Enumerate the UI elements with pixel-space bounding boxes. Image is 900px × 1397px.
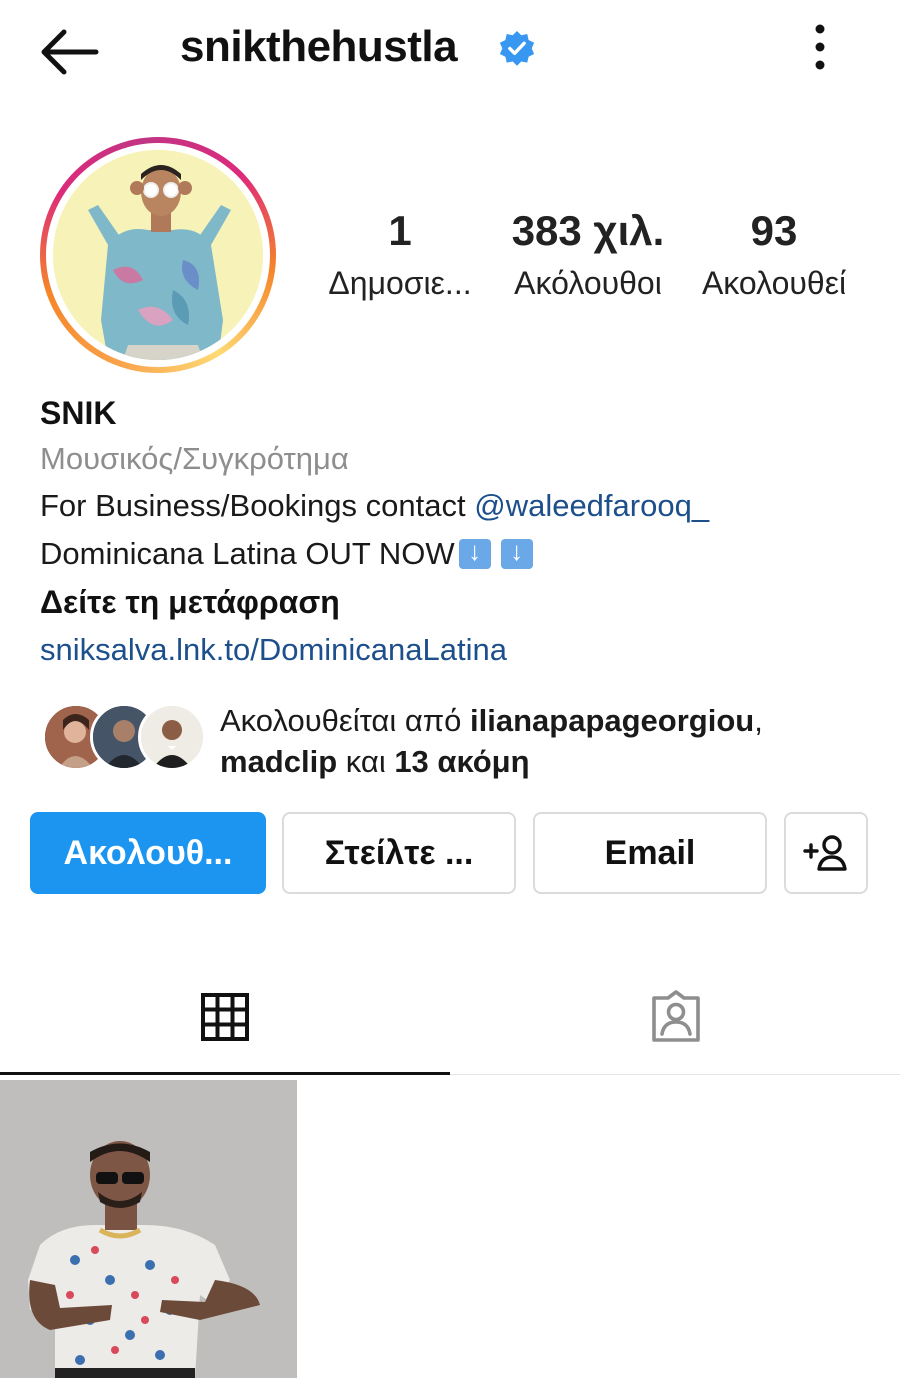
followed-by-others[interactable]: 13 ακόμη <box>394 744 529 779</box>
tab-divider <box>450 1074 900 1075</box>
down-arrow-emoji-icon <box>458 536 491 569</box>
suggest-accounts-button[interactable] <box>784 812 868 894</box>
active-tab-indicator <box>0 1072 450 1075</box>
followed-by-prefix: Ακολουθείται από <box>220 703 471 738</box>
profile-username: snikthehustla <box>180 22 458 71</box>
stat-posts-count: 1 <box>388 207 412 254</box>
stat-posts-label: Δημοσιε... <box>328 265 472 301</box>
stat-followers-count: 383 χιλ. <box>511 207 665 254</box>
grid-icon[interactable] <box>200 992 250 1042</box>
profile-avatar[interactable] <box>40 137 276 373</box>
down-arrow-emoji-icon <box>500 536 533 569</box>
stat-followers-label: Ακόλουθοι <box>514 265 662 301</box>
followed-by-user[interactable]: ilianapapageorgiou <box>470 703 754 738</box>
see-translation-link[interactable]: Δείτε τη μετάφραση <box>40 584 340 621</box>
stat-following[interactable]: 93 Ακολουθεί <box>686 205 862 305</box>
followed-by-text[interactable]: Ακολουθείται από ilianapapageorgiou, mad… <box>220 700 763 782</box>
profile-category: Μουσικός/Συγκρότημα <box>40 441 349 476</box>
bio-contact-text: For Business/Bookings contact <box>40 488 475 523</box>
more-vertical-icon[interactable] <box>803 22 837 72</box>
bio-line-2: Dominicana Latina OUT NOW <box>40 536 533 572</box>
bio-release-text: Dominicana Latina OUT NOW <box>40 536 455 571</box>
post-thumbnail[interactable] <box>0 1080 297 1378</box>
bio-mention-link[interactable]: @waleedfarooq_ <box>474 488 709 523</box>
verified-badge-icon <box>499 30 535 66</box>
profile-name: SNIK <box>40 395 117 431</box>
message-button[interactable]: Στείλτε ... <box>282 812 516 894</box>
followed-by-user[interactable]: madclip <box>220 744 337 779</box>
tagged-person-icon[interactable] <box>648 990 704 1044</box>
bio-website-link[interactable]: sniksalva.lnk.to/DominicanaLatina <box>40 632 507 668</box>
email-button[interactable]: Email <box>533 812 767 894</box>
followed-by-separator: , <box>754 703 763 738</box>
stat-following-count: 93 <box>750 207 798 254</box>
stat-posts[interactable]: 1 Δημοσιε... <box>320 205 480 305</box>
followed-by-conjunction: και <box>337 744 395 779</box>
avatar-photo <box>53 150 263 360</box>
follow-button[interactable]: Ακολουθ... <box>30 812 266 894</box>
follower-avatar[interactable] <box>138 703 206 771</box>
stat-followers[interactable]: 383 χιλ. Ακόλουθοι <box>498 205 678 305</box>
add-person-icon <box>803 835 847 871</box>
back-arrow-icon[interactable] <box>38 26 100 78</box>
stat-following-label: Ακολουθεί <box>701 265 847 301</box>
bio-line-1: For Business/Bookings contact @waleedfar… <box>40 488 709 524</box>
